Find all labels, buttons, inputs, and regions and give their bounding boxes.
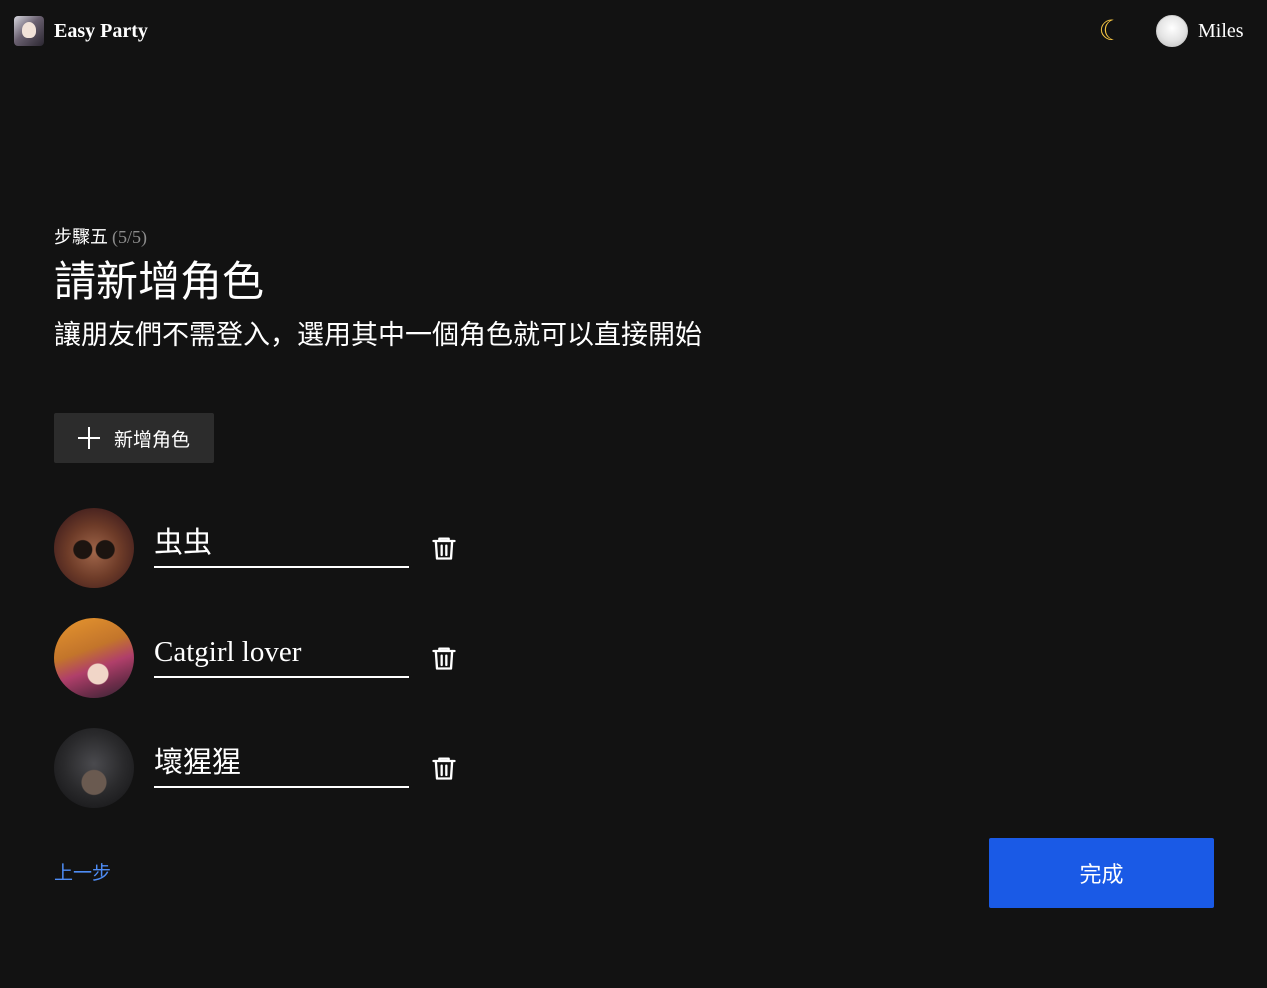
plus-icon [78,427,100,449]
role-name-input[interactable]: 虫虫 [154,518,409,568]
back-link[interactable]: 上一步 [54,858,111,885]
user-avatar [1156,15,1188,47]
role-row: Catgirl lover [54,618,474,698]
user-menu[interactable]: Miles [1156,15,1244,47]
role-row: 虫虫 [54,508,474,588]
role-row: 壞猩猩 [54,728,474,808]
user-name: Miles [1198,19,1244,42]
moon-icon[interactable]: ☾ [1094,14,1128,48]
add-role-label: 新增角色 [114,428,191,451]
trash-icon[interactable] [430,754,458,782]
app-logo-icon [14,16,44,46]
finish-button[interactable]: 完成 [989,838,1214,908]
ape-avatar[interactable] [54,728,134,808]
top-bar: Easy Party ☾ Miles [0,0,1267,64]
step-indicator: 步驟五 (5/5) [54,222,1214,252]
app-name: Easy Party [54,19,148,42]
catgirl-avatar[interactable] [54,618,134,698]
role-name-input[interactable]: 壞猩猩 [154,738,409,788]
spider-avatar[interactable] [54,508,134,588]
trash-icon[interactable] [430,644,458,672]
brand[interactable]: Easy Party [14,16,148,46]
step-label: 步驟五 [54,227,108,248]
add-role-button[interactable]: 新增角色 [54,413,214,463]
step-count: (5/5) [112,227,147,247]
trash-icon[interactable] [430,534,458,562]
role-name-input[interactable]: Catgirl lover [154,628,409,678]
page-subtitle: 讓朋友們不需登入，選用其中一個角色就可以直接開始 [54,320,702,351]
main-content: 步驟五 (5/5) 請新增角色 讓朋友們不需登入，選用其中一個角色就可以直接開始 … [54,222,1214,908]
page-title: 請新增角色 [54,257,265,306]
